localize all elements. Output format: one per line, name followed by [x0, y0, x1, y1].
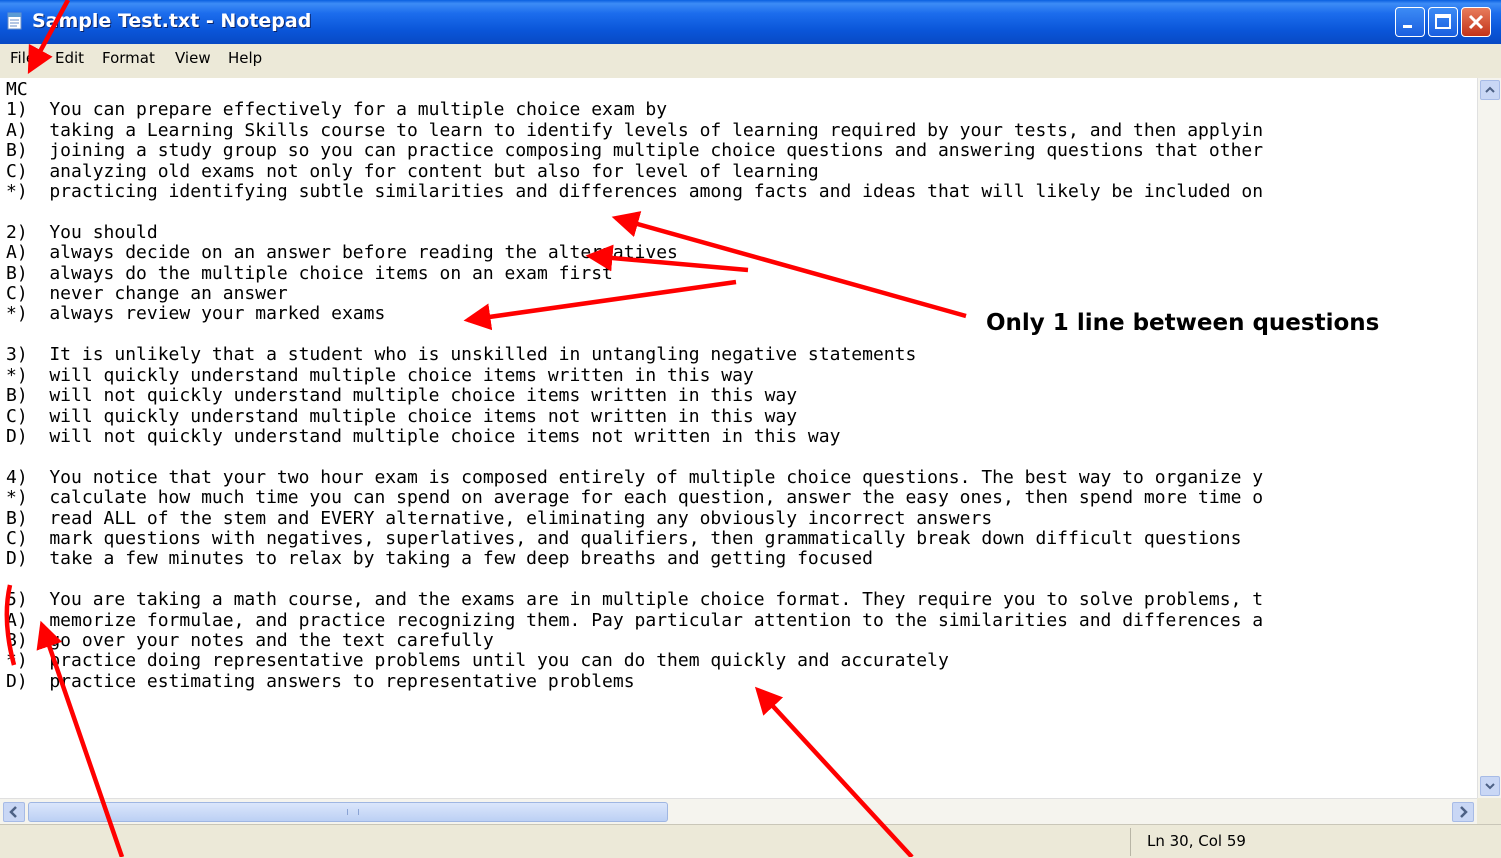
- close-button[interactable]: [1461, 7, 1491, 37]
- text-line: D) practice estimating answers to repres…: [6, 670, 635, 692]
- text-line: 5) You are taking a math course, and the…: [6, 589, 1264, 611]
- scroll-up-arrow-icon: [1485, 86, 1495, 93]
- cursor-position: Ln 30, Col 59: [1147, 832, 1246, 850]
- scroll-down-arrow-icon: [1485, 783, 1495, 790]
- text-line: *) practicing identifying subtle similar…: [6, 181, 1264, 203]
- text-line: D) will not quickly understand multiple …: [6, 425, 841, 447]
- text-line: *) calculate how much time you can spend…: [6, 487, 1264, 509]
- annotation-label: Only 1 line between questions: [986, 310, 1380, 336]
- status-divider: [1130, 828, 1131, 856]
- menu-view[interactable]: View: [175, 49, 211, 67]
- menu-file[interactable]: File: [10, 49, 35, 67]
- menu-bar: File Edit Format View Help: [0, 44, 1501, 79]
- text-line: B) will not quickly understand multiple …: [6, 385, 798, 407]
- scroll-right-arrow-icon: [1460, 806, 1468, 818]
- text-line: B) always do the multiple choice items o…: [6, 262, 613, 284]
- text-line: 1) You can prepare effectively for a mul…: [6, 99, 668, 121]
- text-editor[interactable]: MC 1) You can prepare effectively for a m…: [0, 78, 1477, 798]
- notepad-icon: [7, 12, 22, 30]
- menu-help[interactable]: Help: [228, 49, 262, 67]
- menu-format[interactable]: Format: [102, 49, 155, 67]
- minimize-icon: [1403, 25, 1412, 28]
- status-bar: Ln 30, Col 59: [0, 824, 1501, 858]
- text-line: 4) You notice that your two hour exam is…: [6, 466, 1264, 488]
- text-line: *) will quickly understand multiple choi…: [6, 364, 754, 386]
- close-icon: [1468, 14, 1484, 30]
- text-line: C) will quickly understand multiple choi…: [6, 405, 798, 427]
- horizontal-scrollbar[interactable]: [0, 798, 1477, 825]
- text-line: A) taking a Learning Skills course to le…: [6, 119, 1264, 141]
- title-bar[interactable]: Sample Test.txt - Notepad: [0, 0, 1501, 44]
- maximize-button[interactable]: [1428, 7, 1458, 37]
- text-line: B) joining a study group so you can prac…: [6, 140, 1264, 162]
- scroll-down-button[interactable]: [1480, 776, 1500, 796]
- text-line: 3) It is unlikely that a student who is …: [6, 344, 917, 366]
- window-title: Sample Test.txt - Notepad: [32, 10, 312, 32]
- text-line: C) never change an answer: [6, 283, 288, 305]
- scrollbar-corner: [1477, 798, 1501, 824]
- maximize-icon: [1435, 14, 1451, 29]
- editor-text[interactable]: MC 1) You can prepare effectively for a m…: [6, 79, 1264, 692]
- scroll-grip: [347, 809, 359, 815]
- text-line: 2) You should: [6, 221, 158, 243]
- text-line: MC: [6, 79, 28, 100]
- text-line: B) go over your notes and the text caref…: [6, 629, 494, 651]
- text-line: *) practice doing representative problem…: [6, 650, 949, 672]
- minimize-button[interactable]: [1395, 7, 1425, 37]
- text-line: B) read ALL of the stem and EVERY altern…: [6, 507, 993, 529]
- text-line: A) always decide on an answer before rea…: [6, 242, 678, 264]
- scroll-left-button[interactable]: [3, 802, 25, 822]
- text-line: C) mark questions with negatives, superl…: [6, 527, 1242, 549]
- scroll-up-button[interactable]: [1480, 80, 1500, 100]
- scroll-left-arrow-icon: [9, 806, 17, 818]
- horizontal-scroll-thumb[interactable]: [28, 802, 668, 822]
- text-line: A) memorize formulae, and practice recog…: [6, 609, 1264, 631]
- vertical-scrollbar[interactable]: [1477, 78, 1501, 798]
- menu-edit[interactable]: Edit: [55, 49, 84, 67]
- text-line: C) analyzing old exams not only for cont…: [6, 160, 819, 182]
- text-line: D) take a few minutes to relax by taking…: [6, 548, 873, 570]
- scroll-right-button[interactable]: [1452, 802, 1474, 822]
